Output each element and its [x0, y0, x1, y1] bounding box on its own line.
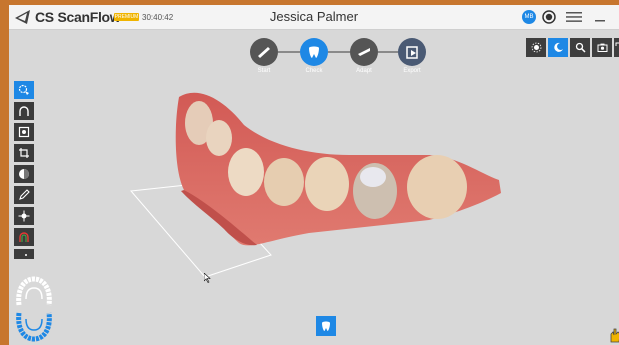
user-avatar[interactable]: MB: [522, 10, 536, 24]
expand-icon: [615, 42, 619, 46]
color-button[interactable]: [548, 38, 568, 57]
upper-jaw-icon[interactable]: [16, 276, 52, 306]
tooth-adapt-icon: [358, 48, 370, 56]
zoom-button[interactable]: [570, 38, 590, 57]
mouse-cursor-icon: [204, 273, 211, 283]
record-icon[interactable]: [542, 10, 556, 24]
hand-icon: [610, 328, 619, 343]
select-icon: [18, 84, 29, 95]
color-map-tool-button[interactable]: [14, 228, 34, 246]
pen-tool-button[interactable]: [14, 186, 34, 204]
color-icon: [553, 42, 563, 52]
app-window: CS ScanFlow PREMIUM 30:40:42 Jessica Pal…: [9, 5, 619, 345]
step-start-button[interactable]: [250, 38, 278, 66]
pen-icon: [19, 189, 30, 200]
camera-button[interactable]: [592, 38, 612, 57]
axis-icon: [18, 210, 30, 222]
texture-icon: [19, 169, 29, 179]
trim-tool-button[interactable]: [14, 123, 34, 141]
camera-icon: [597, 43, 607, 52]
expand-button[interactable]: [614, 38, 619, 57]
step-start-label: Start: [257, 68, 271, 74]
tooth: [206, 120, 232, 156]
step-check-button[interactable]: [300, 38, 328, 66]
minimize-icon[interactable]: [594, 11, 606, 23]
hamburger-menu-icon[interactable]: [566, 11, 582, 23]
tooth-check-icon: [309, 46, 319, 58]
metal-crown: [360, 167, 386, 187]
light-button[interactable]: [526, 38, 546, 57]
jaw-selector[interactable]: [14, 275, 54, 343]
step-check-label: Check: [305, 68, 323, 74]
color-map-icon: [19, 232, 29, 242]
workflow-connector: [278, 51, 300, 53]
tooth: [228, 148, 264, 196]
trim-icon: [18, 126, 30, 138]
more-icon: [25, 254, 27, 256]
more-tools-button[interactable]: [14, 249, 34, 259]
step-adapt-label: Adapt: [356, 68, 372, 74]
light-icon: [531, 42, 541, 53]
step-adapt-button[interactable]: [350, 38, 378, 66]
tooth: [264, 158, 304, 206]
axis-tool-button[interactable]: [14, 207, 34, 225]
texture-tool-button[interactable]: [14, 165, 34, 183]
tooth-view-button[interactable]: [316, 316, 336, 336]
scanner-icon: [258, 47, 270, 58]
tooth-icon: [322, 321, 330, 331]
molar: [407, 155, 467, 219]
title-bar: CS ScanFlow PREMIUM 30:40:42 Jessica Pal…: [9, 5, 619, 30]
step-export-label: Export: [403, 68, 421, 74]
select-tool-button[interactable]: [14, 81, 34, 99]
arch-icon: [19, 106, 29, 116]
step-export-button[interactable]: [398, 38, 426, 66]
lower-jaw-icon[interactable]: [16, 312, 52, 342]
crop-tool-button[interactable]: [14, 144, 34, 162]
export-icon: [406, 46, 418, 59]
workflow-connector: [328, 51, 350, 53]
crop-icon: [19, 148, 29, 158]
zoom-icon: [575, 42, 586, 53]
arch-tool-button[interactable]: [14, 102, 34, 120]
tooth: [305, 157, 349, 211]
workflow-connector: [378, 51, 398, 53]
